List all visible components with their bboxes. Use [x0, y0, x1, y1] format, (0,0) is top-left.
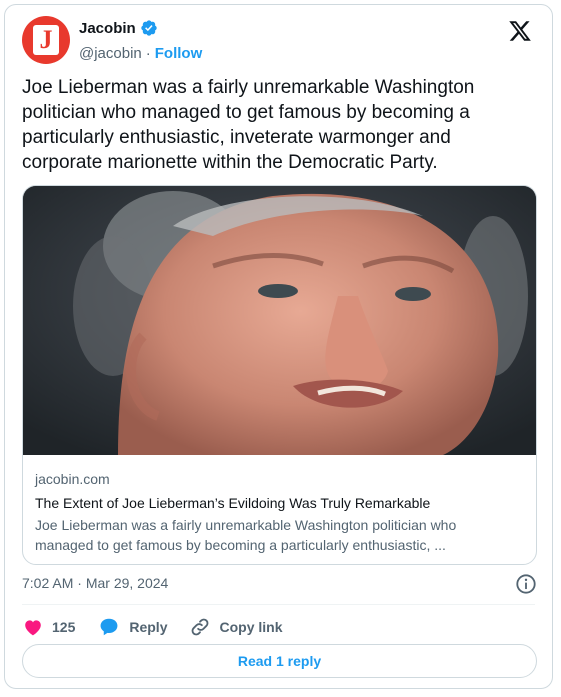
avatar-letter: J	[39, 25, 53, 54]
link-meta: jacobin.com The Extent of Joe Lieberman’…	[35, 470, 524, 555]
link-description-line: Joe Lieberman was a fairly unremarkable …	[35, 517, 457, 533]
author-handle-row: @jacobin · Follow	[79, 45, 202, 62]
tweet-embed-card: J Jacobin @jacobin · Follow Joe Lieberma…	[4, 4, 553, 689]
like-count: 125	[52, 619, 76, 635]
timestamp-separator: ·	[77, 575, 82, 591]
link-preview-card[interactable]: jacobin.com The Extent of Joe Lieberman’…	[22, 185, 537, 565]
copy-link-button[interactable]: Copy link	[189, 616, 283, 638]
author-handle[interactable]: @jacobin	[79, 45, 142, 62]
tweet-timestamp[interactable]: 7:02 AM · Mar 29, 2024	[22, 575, 168, 591]
avatar[interactable]: J	[22, 16, 70, 64]
divider	[22, 604, 535, 605]
action-bar: 125 Reply Copy link	[22, 613, 305, 641]
link-domain: jacobin.com	[35, 471, 110, 487]
link-description: Joe Lieberman was a fairly unremarkable …	[35, 515, 524, 555]
info-icon[interactable]	[515, 573, 537, 595]
tweet-time: 7:02 AM	[22, 575, 74, 591]
link-description-line: managed to get famous by becoming a part…	[35, 537, 446, 553]
author-name-row: Jacobin	[79, 19, 158, 37]
tweet-header: J Jacobin @jacobin · Follow	[5, 5, 552, 75]
reply-bubble-icon	[100, 618, 118, 636]
link-title[interactable]: The Extent of Joe Lieberman’s Evildoing …	[35, 493, 524, 513]
reply-button[interactable]: Reply	[97, 616, 167, 638]
portrait-illustration	[23, 186, 536, 455]
avatar-logo: J	[33, 25, 59, 55]
follow-button[interactable]: Follow	[155, 45, 203, 62]
x-logo-icon[interactable]	[508, 19, 532, 43]
like-button[interactable]: 125	[22, 616, 75, 638]
reply-label: Reply	[129, 619, 168, 635]
link-icon	[192, 618, 209, 636]
tweet-text: Joe Lieberman was a fairly unremarkable …	[22, 77, 475, 173]
copy-link-label: Copy link	[219, 619, 283, 635]
read-replies-button[interactable]: Read 1 reply	[22, 644, 537, 678]
handle-separator: ·	[145, 45, 151, 62]
tweet-date: Mar 29, 2024	[85, 575, 169, 591]
article-photo[interactable]	[23, 186, 536, 455]
author-display-name[interactable]: Jacobin	[79, 20, 136, 37]
verified-badge-icon	[141, 20, 157, 36]
heart-icon	[25, 620, 41, 636]
